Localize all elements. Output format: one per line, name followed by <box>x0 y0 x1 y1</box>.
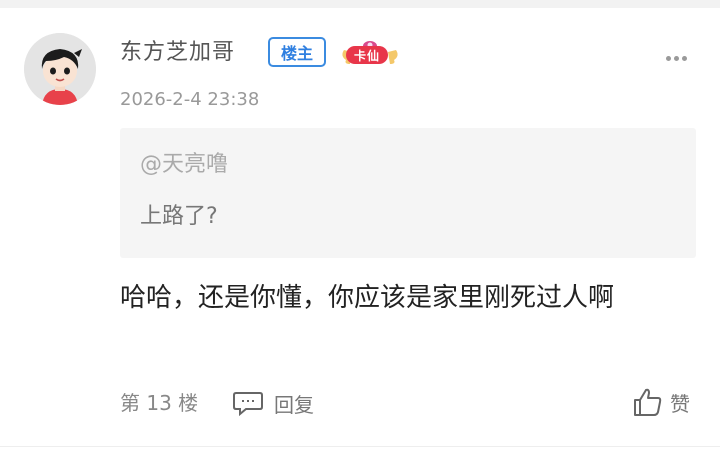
floor-number: 第 13 楼 <box>120 391 199 415</box>
quote-text: 上路了? <box>140 204 218 229</box>
comment-text: 哈哈，还是你懂，你应该是家里刚死过人啊 <box>120 283 615 313</box>
like-label: 赞 <box>670 391 690 416</box>
bottom-divider <box>0 446 720 447</box>
op-badge: 楼主 <box>268 37 326 67</box>
reply-label: 回复 <box>274 392 314 417</box>
reply-button[interactable]: 回复 <box>232 388 314 418</box>
avatar-cartoon-image <box>24 33 96 105</box>
like-button[interactable]: 赞 <box>632 384 690 420</box>
avatar[interactable] <box>24 33 96 105</box>
thumbs-up-icon <box>634 388 662 416</box>
quoted-comment[interactable]: @天亮噜 上路了? <box>120 128 696 258</box>
post-timestamp: 2026-2-4 23:38 <box>120 89 260 110</box>
more-dots-icon[interactable] <box>666 46 692 61</box>
username[interactable]: 东方芝加哥 <box>120 38 235 68</box>
top-divider <box>0 0 720 8</box>
comment-bubble-icon <box>233 392 263 416</box>
quote-mention[interactable]: @天亮噜 <box>140 150 228 180</box>
level-badge-label: 卡仙 <box>346 46 388 64</box>
